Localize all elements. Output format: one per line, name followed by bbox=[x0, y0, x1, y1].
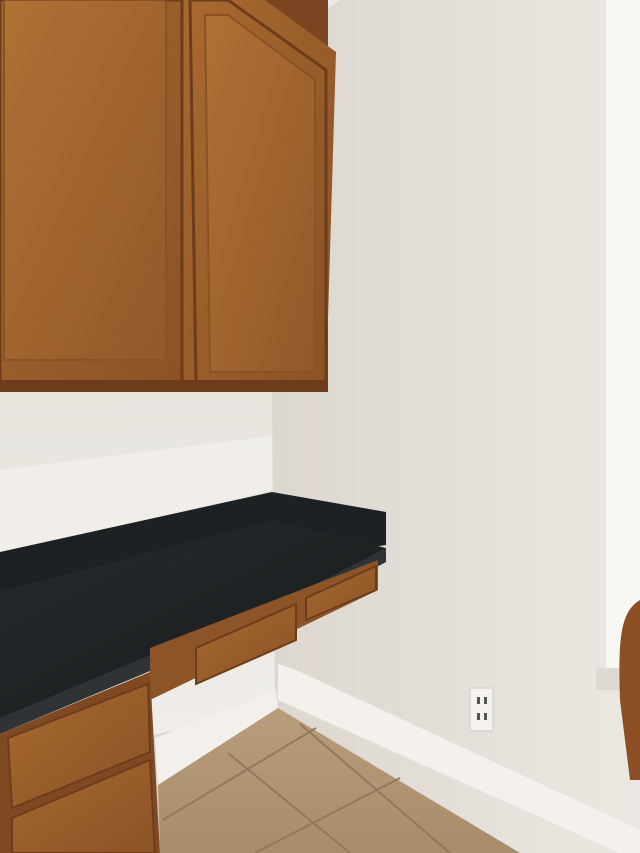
photo-scene bbox=[0, 0, 640, 853]
upper-cabinets bbox=[0, 0, 336, 392]
wall-outlet bbox=[469, 687, 494, 732]
window-blinds bbox=[606, 0, 640, 672]
